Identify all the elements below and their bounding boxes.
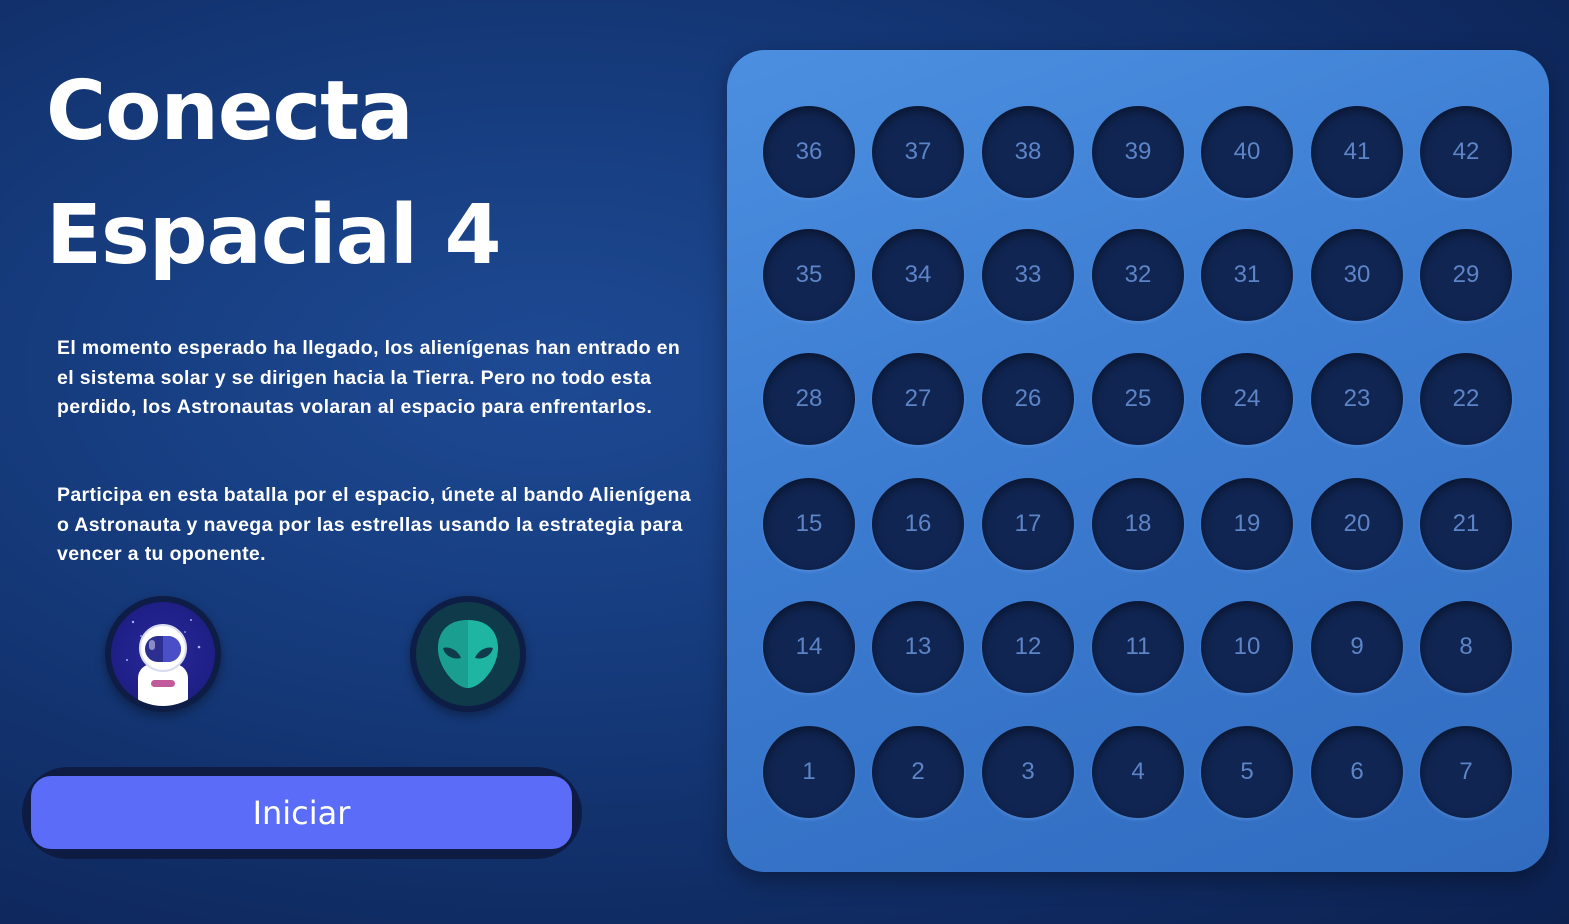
intro-paragraph: El momento esperado ha llegado, los alie…: [57, 337, 681, 418]
board-cell-11[interactable]: 11: [1092, 601, 1184, 693]
board-cell-40[interactable]: 40: [1201, 106, 1293, 198]
board-cell-34[interactable]: 34: [872, 229, 964, 321]
astronaut-icon: [126, 619, 201, 706]
board-cell-21[interactable]: 21: [1420, 478, 1512, 570]
board-cell-30[interactable]: 30: [1311, 229, 1403, 321]
board-cell-32[interactable]: 32: [1092, 229, 1184, 321]
game-title: Conecta Espacial 4: [46, 50, 502, 298]
board-cell-12[interactable]: 12: [982, 601, 1074, 693]
board-cell-16[interactable]: 16: [872, 478, 964, 570]
board-cell-19[interactable]: 19: [1201, 478, 1293, 570]
board-cell-31[interactable]: 31: [1201, 229, 1293, 321]
board-cell-3[interactable]: 3: [982, 726, 1074, 818]
board-cell-6[interactable]: 6: [1311, 726, 1403, 818]
title-line-1: Conecta: [46, 64, 414, 159]
board-cell-2[interactable]: 2: [872, 726, 964, 818]
board-cell-20[interactable]: 20: [1311, 478, 1403, 570]
board-cell-35[interactable]: 35: [763, 229, 855, 321]
board-cell-10[interactable]: 10: [1201, 601, 1293, 693]
board-cell-42[interactable]: 42: [1420, 106, 1512, 198]
board-cell-24[interactable]: 24: [1201, 353, 1293, 445]
board-cell-22[interactable]: 22: [1420, 353, 1512, 445]
board-cell-29[interactable]: 29: [1420, 229, 1512, 321]
board-cell-33[interactable]: 33: [982, 229, 1074, 321]
board-cell-5[interactable]: 5: [1201, 726, 1293, 818]
board-cell-28[interactable]: 28: [763, 353, 855, 445]
board-cell-23[interactable]: 23: [1311, 353, 1403, 445]
alien-team-button[interactable]: [410, 596, 526, 712]
board-cell-15[interactable]: 15: [763, 478, 855, 570]
board-cell-39[interactable]: 39: [1092, 106, 1184, 198]
board-cell-13[interactable]: 13: [872, 601, 964, 693]
alien-icon: [438, 620, 498, 688]
board-cell-37[interactable]: 37: [872, 106, 964, 198]
board-cell-8[interactable]: 8: [1420, 601, 1512, 693]
board-cell-26[interactable]: 26: [982, 353, 1074, 445]
board-cell-17[interactable]: 17: [982, 478, 1074, 570]
board-cell-27[interactable]: 27: [872, 353, 964, 445]
title-line-2: Espacial 4: [46, 188, 502, 283]
start-button-frame: Iniciar: [22, 767, 582, 859]
board-cell-41[interactable]: 41: [1311, 106, 1403, 198]
board-cell-18[interactable]: 18: [1092, 478, 1184, 570]
board-cell-9[interactable]: 9: [1311, 601, 1403, 693]
board-cell-36[interactable]: 36: [763, 106, 855, 198]
board-cell-7[interactable]: 7: [1420, 726, 1512, 818]
board-cell-4[interactable]: 4: [1092, 726, 1184, 818]
instructions-paragraph: Participa en esta batalla por el espacio…: [57, 484, 691, 565]
board-cell-25[interactable]: 25: [1092, 353, 1184, 445]
board-cell-1[interactable]: 1: [763, 726, 855, 818]
start-button[interactable]: Iniciar: [31, 776, 572, 849]
board-cell-14[interactable]: 14: [763, 601, 855, 693]
board-cell-38[interactable]: 38: [982, 106, 1074, 198]
astronaut-team-button[interactable]: [105, 596, 221, 712]
game-board: 36 37 38 39 40 41 42 35 34 33 32 31 30 29 28 27 26 25 24 23…: [727, 50, 1549, 872]
